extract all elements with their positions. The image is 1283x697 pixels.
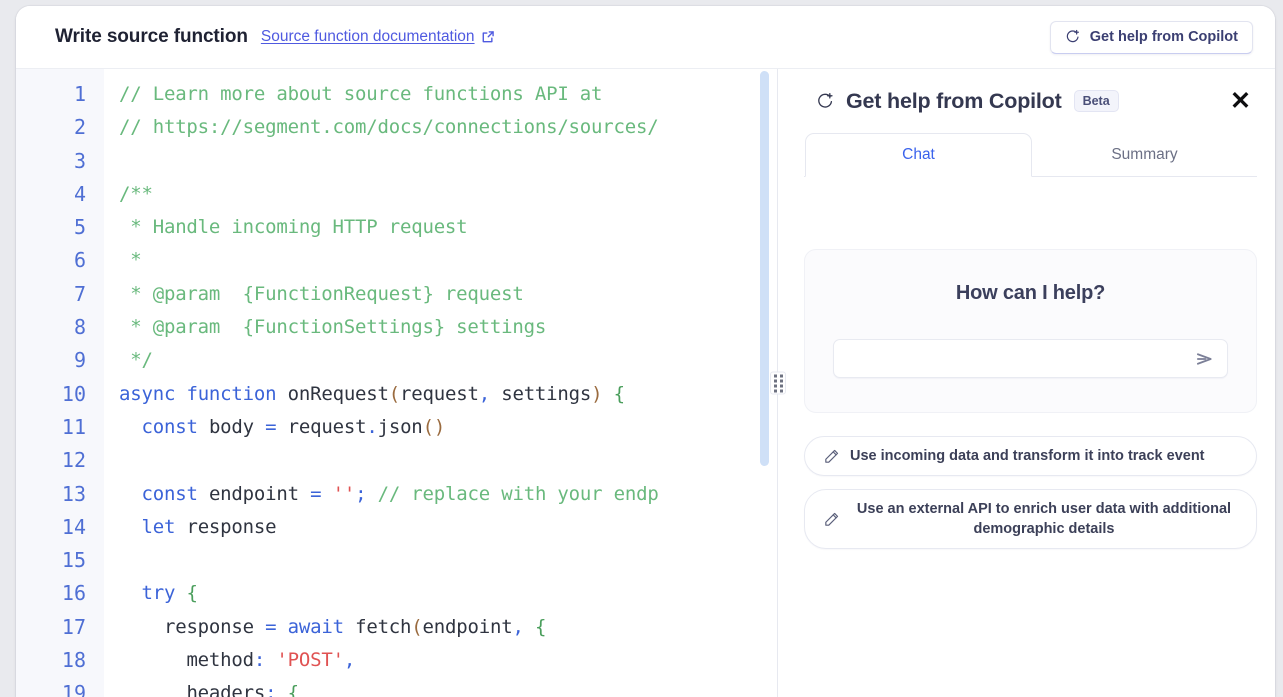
- sparkle-circle-icon: [816, 92, 835, 111]
- send-arrow-icon: [1195, 351, 1214, 367]
- code-line: [119, 544, 769, 577]
- suggestion-chip[interactable]: Use incoming data and transform it into …: [804, 436, 1257, 476]
- code-line: async function onRequest(request, settin…: [119, 378, 769, 411]
- tab-summary-label: Summary: [1111, 146, 1177, 164]
- tab-chat[interactable]: Chat: [805, 133, 1032, 177]
- code-line: * @param {FunctionRequest} request: [119, 278, 769, 311]
- code-editor[interactable]: 1 2 3 4 5 6 7 8 9 10 11 12 13 14 15 16 1…: [16, 69, 769, 697]
- line-number: 14: [16, 511, 86, 544]
- code-line: */: [119, 344, 769, 377]
- page-header: Write source function Source function do…: [16, 6, 1275, 69]
- editor-vertical-scrollbar[interactable]: [760, 71, 769, 466]
- beta-badge: Beta: [1074, 90, 1119, 113]
- source-function-editor-window: Write source function Source function do…: [16, 6, 1275, 697]
- copilot-header: Get help from Copilot Beta ✕: [804, 69, 1257, 133]
- line-number: 6: [16, 244, 86, 277]
- ask-input-container[interactable]: [833, 339, 1228, 378]
- code-line: const body = request.json(): [119, 411, 769, 444]
- close-icon[interactable]: ✕: [1224, 89, 1257, 114]
- line-number: 16: [16, 577, 86, 610]
- code-line: // https://segment.com/docs/connections/…: [119, 111, 769, 144]
- line-number: 9: [16, 344, 86, 377]
- pencil-icon: [823, 511, 840, 528]
- copilot-button-label: Get help from Copilot: [1090, 29, 1238, 45]
- line-number: 2: [16, 111, 86, 144]
- code-line: [119, 444, 769, 477]
- copilot-suggestions: Use incoming data and transform it into …: [804, 436, 1257, 549]
- line-number: 17: [16, 611, 86, 644]
- ask-copilot-input[interactable]: [834, 340, 1227, 377]
- doc-link-label: Source function documentation: [261, 28, 475, 46]
- line-number: 3: [16, 145, 86, 178]
- line-number: 15: [16, 544, 86, 577]
- suggestion-chip[interactable]: Use an external API to enrich user data …: [804, 489, 1257, 549]
- copilot-chat-area: How can I help?: [804, 177, 1257, 697]
- line-number: 1: [16, 78, 86, 111]
- code-line: headers: {: [119, 677, 769, 697]
- line-number: 4: [16, 178, 86, 211]
- external-link-icon: [481, 30, 495, 44]
- code-line: response = await fetch(endpoint, {: [119, 611, 769, 644]
- code-line: * @param {FunctionSettings} settings: [119, 311, 769, 344]
- get-help-from-copilot-button[interactable]: Get help from Copilot: [1050, 21, 1253, 54]
- send-message-button[interactable]: [1192, 348, 1217, 370]
- code-line: /**: [119, 178, 769, 211]
- code-content[interactable]: // Learn more about source functions API…: [104, 69, 769, 697]
- line-number-gutter: 1 2 3 4 5 6 7 8 9 10 11 12 13 14 15 16 1…: [16, 69, 104, 697]
- code-line: const endpoint = ''; // replace with you…: [119, 478, 769, 511]
- line-number: 5: [16, 211, 86, 244]
- code-line: * Handle incoming HTTP request: [119, 211, 769, 244]
- tab-summary[interactable]: Summary: [1032, 133, 1257, 176]
- line-number: 18: [16, 644, 86, 677]
- copilot-tabs: Chat Summary: [804, 133, 1257, 177]
- line-number: 12: [16, 444, 86, 477]
- copilot-title: Get help from Copilot: [846, 89, 1062, 114]
- line-number: 7: [16, 278, 86, 311]
- tab-chat-label: Chat: [902, 146, 935, 164]
- line-number: 8: [16, 311, 86, 344]
- drag-handle-icon[interactable]: [770, 372, 786, 395]
- ask-copilot-card: How can I help?: [804, 249, 1257, 413]
- code-line: *: [119, 244, 769, 277]
- panel-splitter[interactable]: [769, 69, 786, 697]
- page-title: Write source function: [55, 26, 248, 48]
- code-line: method: 'POST',: [119, 644, 769, 677]
- code-line: let response: [119, 511, 769, 544]
- line-number: 10: [16, 378, 86, 411]
- line-number: 19: [16, 677, 86, 697]
- suggestion-label: Use an external API to enrich user data …: [850, 499, 1238, 539]
- pencil-icon: [823, 448, 840, 465]
- code-line: try {: [119, 577, 769, 610]
- sparkle-circle-icon: [1065, 29, 1081, 45]
- suggestion-label: Use incoming data and transform it into …: [850, 446, 1238, 466]
- code-line: // Learn more about source functions API…: [119, 78, 769, 111]
- copilot-panel: Get help from Copilot Beta ✕ Chat Summar…: [786, 69, 1275, 697]
- line-number: 13: [16, 478, 86, 511]
- line-number: 11: [16, 411, 86, 444]
- editor-copilot-split: 1 2 3 4 5 6 7 8 9 10 11 12 13 14 15 16 1…: [16, 69, 1275, 697]
- code-line: [119, 145, 769, 178]
- source-function-documentation-link[interactable]: Source function documentation: [261, 28, 495, 46]
- ask-heading: How can I help?: [833, 282, 1228, 305]
